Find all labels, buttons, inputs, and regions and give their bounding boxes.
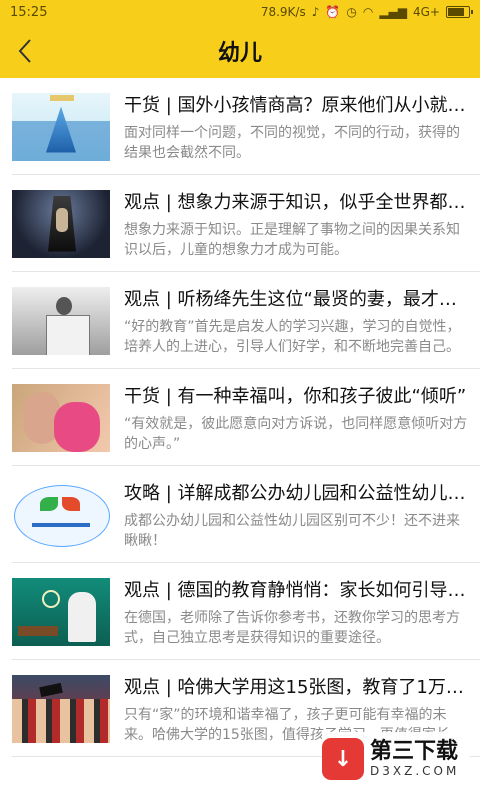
site-watermark: ↓ 第三下载 D3XZ.COM: [322, 732, 470, 786]
article-headline: 观点 | 哈佛大学用这15张图，教育了1万名学生: [124, 676, 468, 698]
alarm-icon: ⏰: [325, 5, 341, 19]
battery-fill: [448, 8, 464, 16]
clock-icon: ◷: [346, 5, 357, 19]
article-summary: 在德国，老师除了告诉你参考书，还教你学习的思考方式，自己独立思考是获得知识的重要…: [124, 609, 460, 646]
article-headline: 干货 | 国外小孩情商高？原来他们从小就是这样培养的: [124, 94, 468, 116]
back-arrow-icon[interactable]: [12, 36, 38, 66]
watermark-name: 第三下载: [370, 739, 459, 764]
page-title: 幼儿: [217, 41, 262, 66]
article-summary: “有效就是，彼此愿意向对方诉说，也同样愿意倾听对方的心声。”: [124, 415, 468, 452]
article-item[interactable]: 干货 | 国外小孩情商高？原来他们从小就是这样培养的 面对同样一个问题，不同的视…: [0, 78, 480, 175]
kindergarten-logo: [12, 480, 110, 549]
signal-icon: ▂▄▆: [379, 5, 407, 19]
watermark-domain: D3XZ.COM: [370, 764, 460, 778]
network-type: 4G+: [413, 5, 440, 19]
iceberg-illustration: [12, 92, 110, 161]
article-item[interactable]: 观点 | 德国的教育静悄悄：家长如何引导孩子独立思考 在德国，老师除了告诉你参考…: [0, 563, 480, 660]
battery-icon: [446, 6, 473, 18]
reading-man-photo: [12, 286, 110, 355]
article-summary: “好的教育”首先是启发人的学习兴趣，学习的自觉性，培养人的上进心，引导人们好学，…: [124, 318, 461, 355]
article-item[interactable]: 观点 | 想象力来源于知识，似乎全世界都在说这一点 想象力来源于知识。正是理解了…: [0, 175, 480, 272]
download-icon: ↓: [322, 738, 364, 780]
article-item[interactable]: 干货 | 有一种幸福叫，你和孩子彼此“倾听” “有效就是，彼此愿意向对方诉说，也…: [0, 369, 480, 466]
network-speed: 78.9K/s: [260, 5, 306, 19]
throne-photo: [12, 189, 110, 258]
status-time: 15:25: [10, 4, 48, 20]
article-headline: 观点 | 德国的教育静悄悄：家长如何引导孩子独立思考: [124, 579, 468, 601]
boy-classroom-photo: [12, 577, 110, 646]
article-headline: 观点 | 听杨绛先生这位“最贤的妻，最才的女”谈教育: [124, 288, 468, 310]
mute-icon: ♪: [311, 5, 320, 19]
article-list: 干货 | 国外小孩情商高？原来他们从小就是这样培养的 面对同样一个问题，不同的视…: [0, 78, 480, 757]
status-icons: 78.9K/s ♪ ⏰ ◷ ◠ ▂▄▆ 4G+: [261, 6, 480, 18]
article-summary: 面对同样一个问题，不同的视觉，不同的行动，获得的结果也会截然不同。: [124, 124, 460, 161]
article-item[interactable]: 攻略 | 详解成都公办幼儿园和公益性幼儿园区别 成都公办幼儿园和公益性幼儿园区别…: [0, 466, 480, 563]
wifi-icon: ◠: [362, 5, 374, 19]
article-headline: 观点 | 想象力来源于知识，似乎全世界都在说这一点: [124, 191, 468, 213]
status-bar: 15:25 78.9K/s ♪ ⏰ ◷ ◠ ▂▄▆ 4G+: [0, 0, 480, 24]
graduation-photo: [12, 674, 110, 743]
article-summary: 成都公办幼儿园和公益性幼儿园区别可不少！还不进来瞅瞅！: [124, 512, 460, 549]
article-headline: 干货 | 有一种幸福叫，你和孩子彼此“倾听”: [124, 385, 467, 407]
article-headline: 攻略 | 详解成都公办幼儿园和公益性幼儿园区别: [124, 482, 468, 504]
article-summary: 想象力来源于知识。正是理解了事物之间的因果关系知识以后，儿童的想象力才成为可能。: [124, 221, 460, 258]
article-item[interactable]: 观点 | 听杨绛先生这位“最贤的妻，最才的女”谈教育 “好的教育”首先是启发人的…: [0, 272, 480, 369]
app-bar: 幼儿: [0, 24, 480, 78]
mother-child-photo: [12, 383, 110, 452]
